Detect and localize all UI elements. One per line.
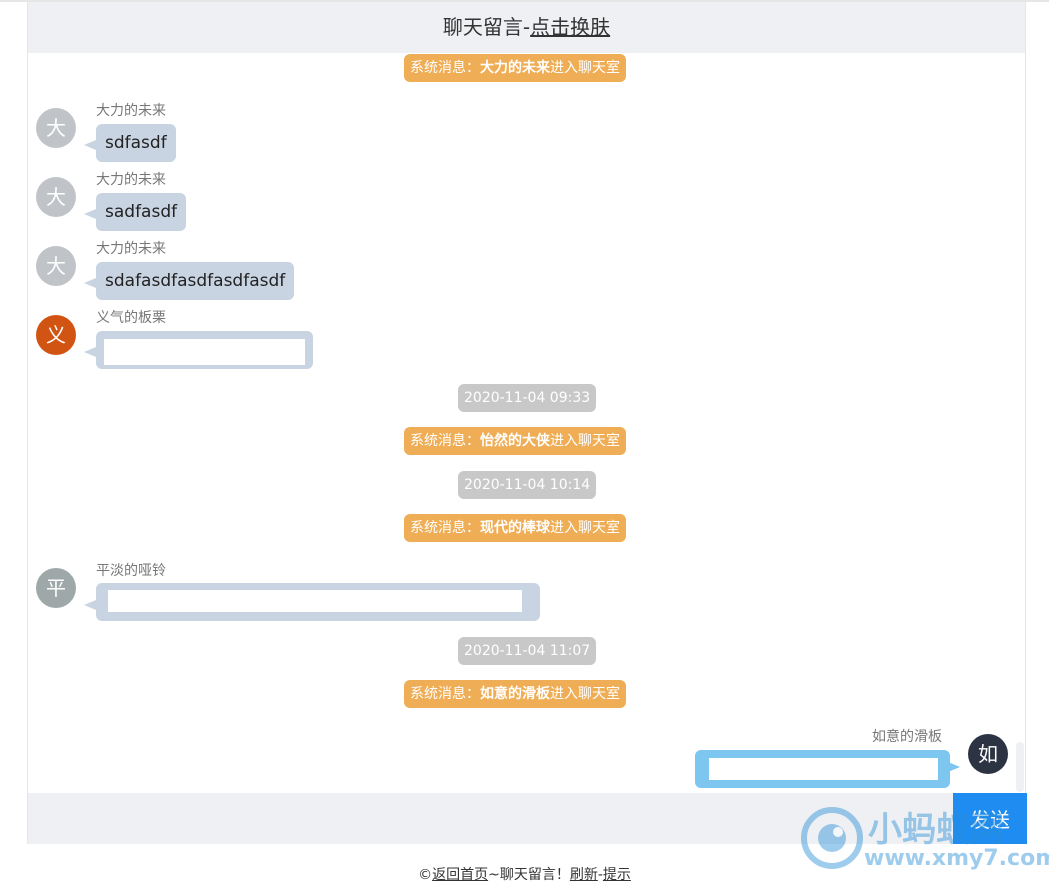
system-user: 如意的滑板 <box>480 686 550 702</box>
message-username: 大力的未来 <box>96 172 166 188</box>
system-message: 系统消息：怡然的大侠进入聊天室 <box>404 427 626 455</box>
input-bar: 发送 <box>28 793 1027 844</box>
bubble-tail <box>84 140 96 150</box>
message-bubble-mine <box>695 750 950 788</box>
timestamp: 2020-11-04 09:33 <box>458 384 597 412</box>
tips-link[interactable]: 提示 <box>603 867 631 883</box>
refresh-link[interactable]: 刷新 <box>570 867 598 883</box>
system-message: 系统消息：如意的滑板进入聊天室 <box>404 680 626 708</box>
system-message: 系统消息：大力的未来进入聊天室 <box>404 54 626 82</box>
bubble-tail <box>84 278 96 288</box>
send-button[interactable]: 发送 <box>953 793 1027 844</box>
system-message: 系统消息：现代的棒球进入聊天室 <box>404 514 626 542</box>
redacted-block <box>108 590 522 612</box>
avatar[interactable]: 大 <box>36 177 76 217</box>
timestamp: 2020-11-04 10:14 <box>458 471 597 499</box>
bubble-tail <box>84 209 96 219</box>
message-username: 如意的滑板 <box>872 729 942 745</box>
bubble-tail <box>84 347 96 357</box>
chat-window: 聊天留言-点击换肤 系统消息：大力的未来进入聊天室 大 大力的未来 sdfasd… <box>27 2 1027 844</box>
avatar[interactable]: 如 <box>968 734 1008 774</box>
chat-header: 聊天留言-点击换肤 <box>28 2 1025 53</box>
system-user: 怡然的大侠 <box>480 433 550 449</box>
page-title: 聊天留言- <box>442 15 531 39</box>
avatar[interactable]: 大 <box>36 108 76 148</box>
message-username: 大力的未来 <box>96 103 166 119</box>
message-username: 大力的未来 <box>96 241 166 257</box>
message-username: 义气的板栗 <box>96 310 166 326</box>
message-bubble <box>96 583 540 621</box>
change-skin-link[interactable]: 点击换肤 <box>530 15 610 39</box>
message-bubble: sadfasdf <box>96 193 187 231</box>
home-link[interactable]: 返回首页 <box>432 867 488 883</box>
scrollbar[interactable] <box>1016 742 1024 792</box>
avatar[interactable]: 大 <box>36 246 76 286</box>
system-user: 大力的未来 <box>480 60 550 76</box>
redacted-block <box>709 758 938 780</box>
redacted-block <box>104 339 305 365</box>
bubble-tail <box>84 600 96 610</box>
avatar[interactable]: 平 <box>36 568 76 608</box>
message-bubble: sdfasdf <box>96 124 176 162</box>
system-user: 现代的棒球 <box>480 520 550 536</box>
message-username: 平淡的哑铃 <box>96 563 166 579</box>
message-bubble: sdafasdfasdfasdfasdf <box>96 262 295 300</box>
message-bubble <box>96 331 313 369</box>
footer: ©返回首页~聊天留言！刷新-提示 <box>418 867 631 883</box>
avatar[interactable]: 义 <box>36 315 76 355</box>
timestamp: 2020-11-04 11:07 <box>458 637 597 665</box>
message-input[interactable] <box>36 803 940 835</box>
